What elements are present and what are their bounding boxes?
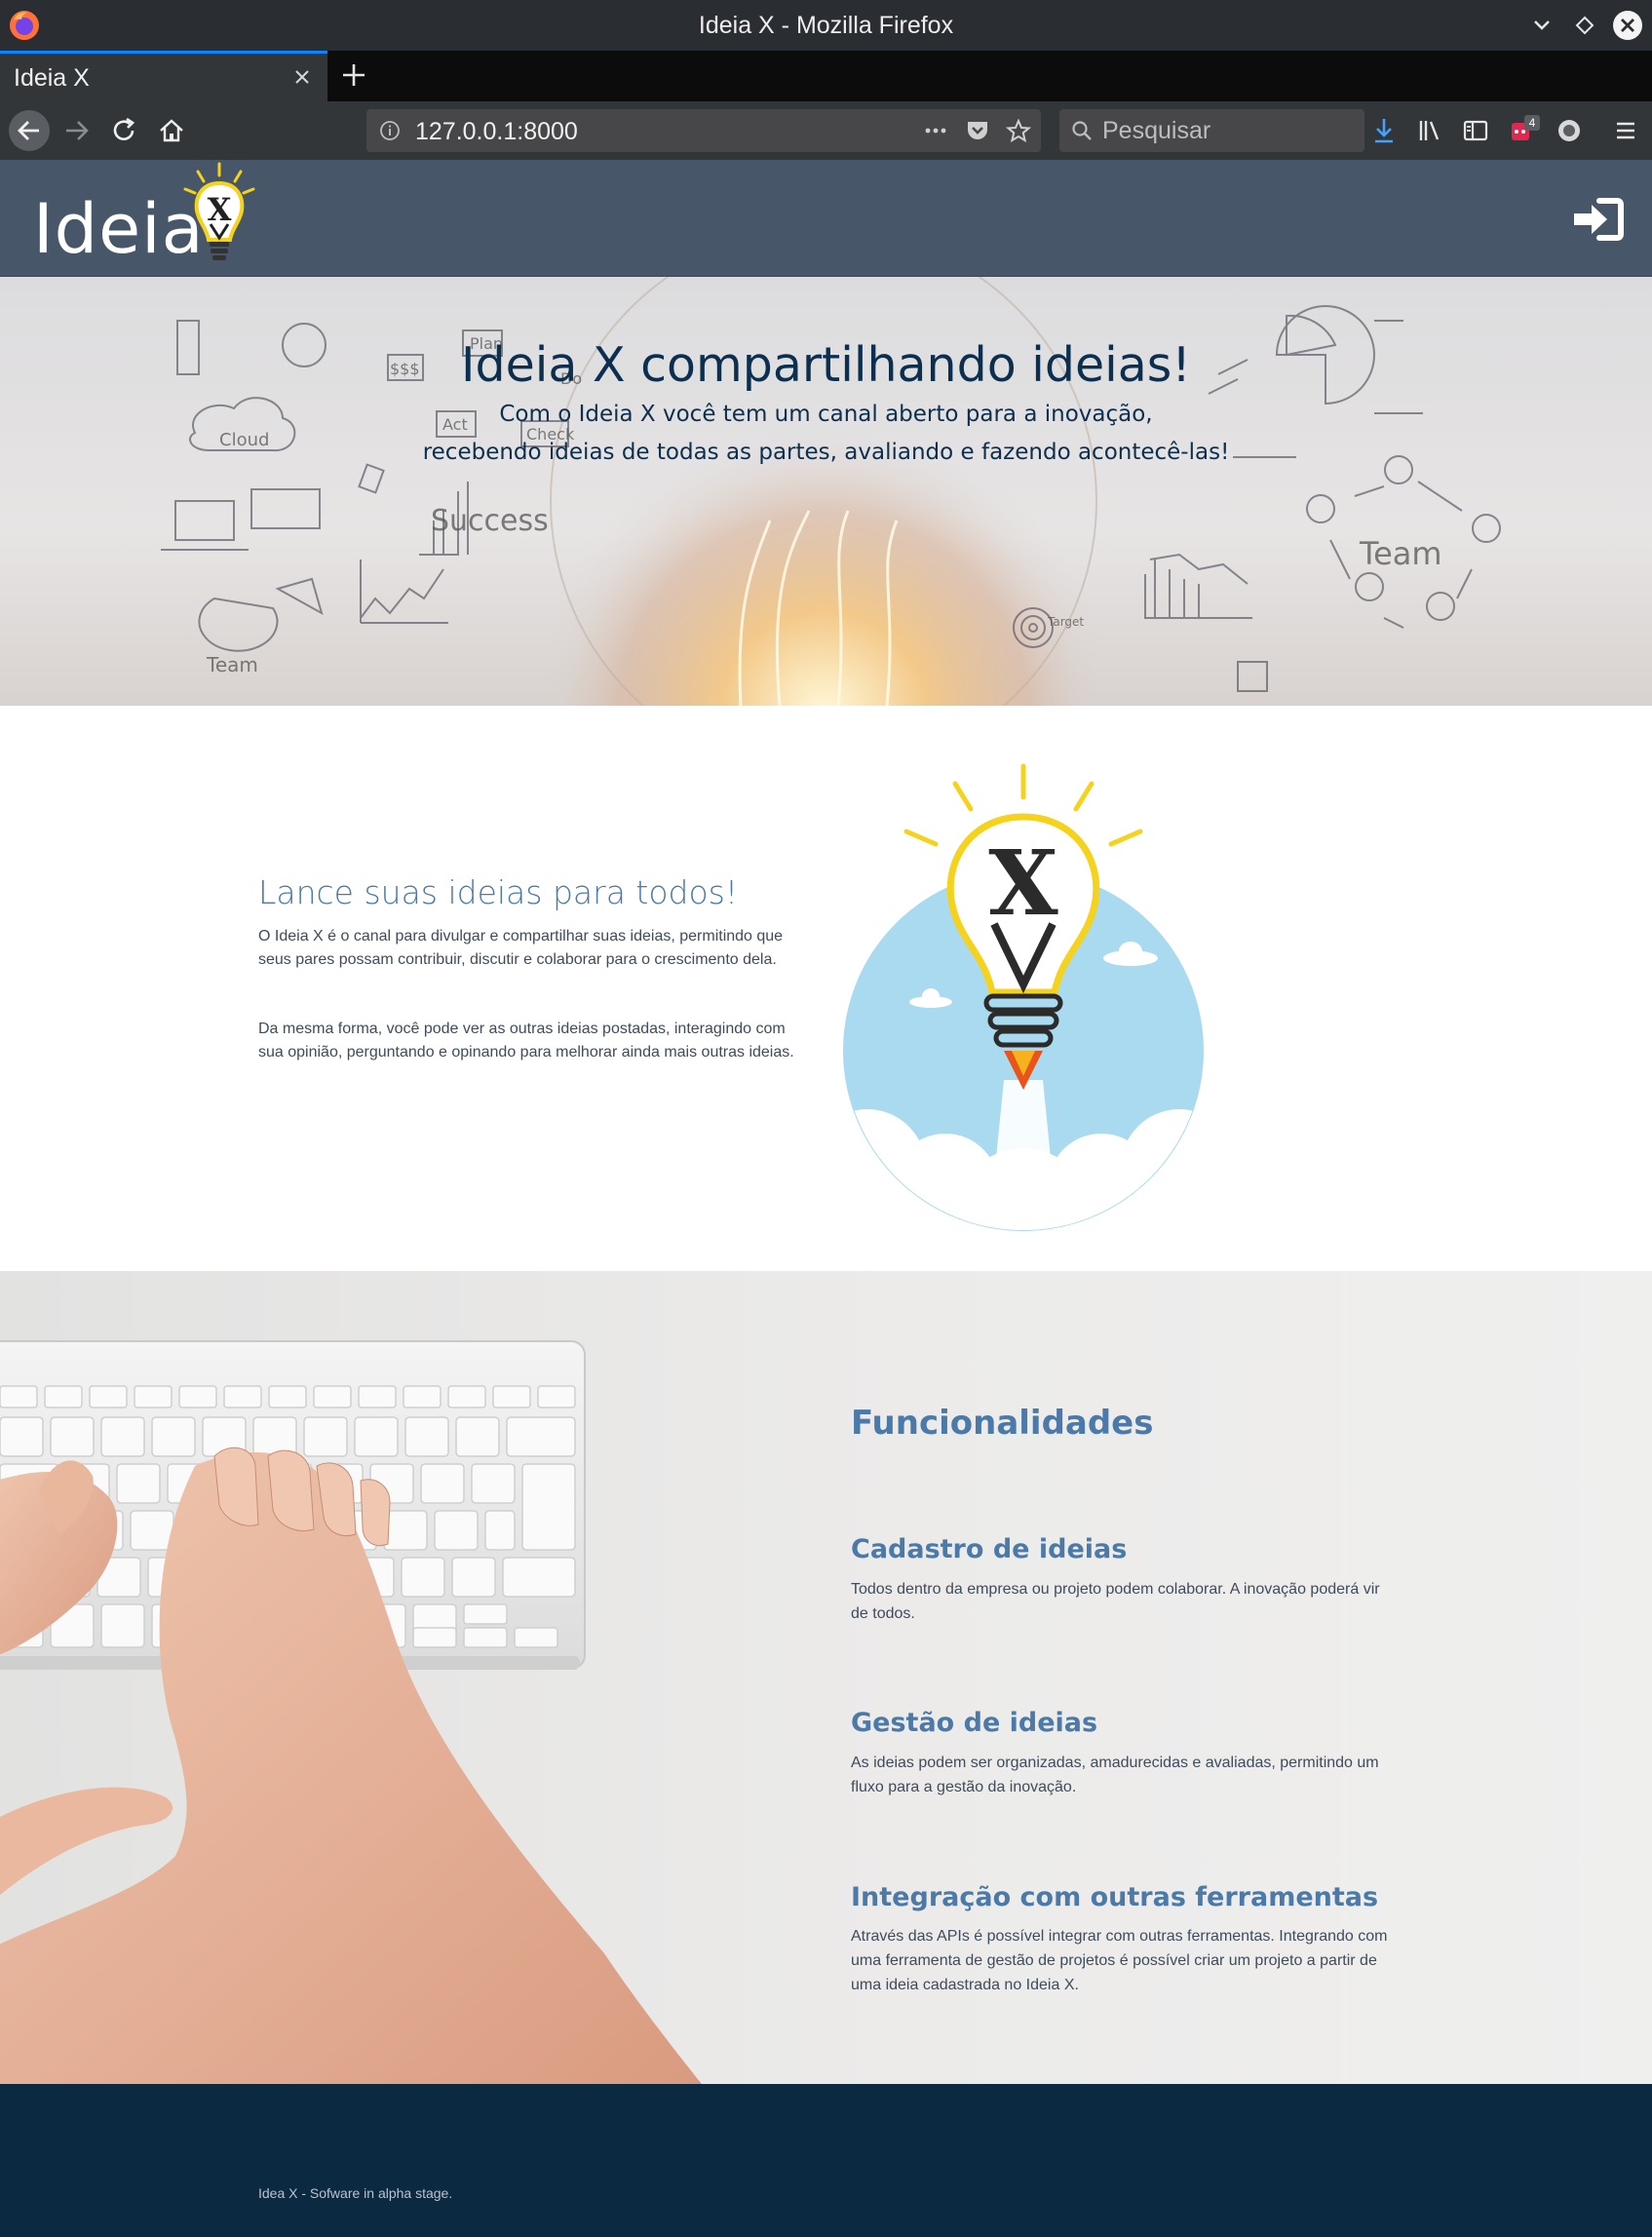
pocket-icon[interactable] <box>965 118 990 143</box>
search-input[interactable] <box>1102 113 1346 148</box>
downloads-icon[interactable] <box>1363 109 1405 152</box>
tab-ideia-x[interactable]: Ideia X <box>0 51 327 101</box>
about-section: Lance suas ideias para todos! O Ideia X … <box>0 706 1652 1271</box>
about-paragraph-2: Da mesma forma, você pode ver as outras … <box>258 1021 794 1061</box>
window-titlebar: Ideia X - Mozilla Firefox <box>0 0 1652 51</box>
about-heading: Lance suas ideias para todos! <box>258 873 739 911</box>
address-bar[interactable]: 127.0.0.1:8000 <box>366 109 1041 152</box>
logo-mark: X <box>208 191 232 228</box>
extension-button[interactable]: 4 <box>1501 109 1544 152</box>
minimize-window-icon[interactable] <box>1526 10 1557 41</box>
close-tab-icon[interactable] <box>290 65 314 89</box>
bookmark-star-icon[interactable] <box>1006 118 1031 143</box>
window-title: Ideia X - Mozilla Firefox <box>698 12 954 39</box>
login-icon[interactable] <box>1570 195 1625 244</box>
feature-text-cadastro: Todos dentro da empresa ou projeto podem… <box>851 1581 1380 1622</box>
sketch-label-team-right: Team <box>1359 535 1442 572</box>
hero-banner: Cloud Plan Do Act Check Success Team Tea… <box>0 277 1652 706</box>
search-icon <box>1072 121 1092 140</box>
extension-badge: 4 <box>1524 115 1540 131</box>
back-button-icon[interactable] <box>8 109 51 152</box>
hero-title: Ideia X compartilhando ideias! <box>461 337 1191 393</box>
hero-subtitle-line2: recebendo ideias de todas as partes, ava… <box>422 440 1230 465</box>
feature-title-gestao: Gestão de ideias <box>851 1708 1098 1738</box>
sidebar-toggle-icon[interactable] <box>1454 109 1497 152</box>
sketch-label-team-left: Team <box>206 653 258 676</box>
navigation-toolbar: 127.0.0.1:8000 4 <box>0 101 1652 160</box>
search-bar[interactable] <box>1059 109 1364 152</box>
account-circle-icon[interactable] <box>1548 109 1591 152</box>
footer-text: Idea X - Sofware in alpha stage. <box>258 2185 453 2201</box>
url-text[interactable]: 127.0.0.1:8000 <box>415 118 578 146</box>
sketch-label-target: Target <box>1047 615 1084 629</box>
keyboard-hands-photo <box>0 1340 702 2084</box>
site-info-icon[interactable] <box>378 119 402 142</box>
feature-title-cadastro: Cadastro de ideias <box>851 1534 1128 1564</box>
rocket-lightbulb-illustration: X <box>843 763 1204 1231</box>
tab-title: Ideia X <box>14 64 90 92</box>
features-section: Funcionalidades Cadastro de ideias Todos… <box>0 1271 1652 2084</box>
new-tab-plus-icon[interactable] <box>337 58 370 92</box>
page-actions-icon[interactable] <box>922 119 949 142</box>
feature-text-gestao: As ideias podem ser organizadas, amadure… <box>851 1755 1379 1795</box>
close-window-icon[interactable] <box>1612 10 1643 41</box>
site-footer: Idea X - Sofware in alpha stage. <box>0 2084 1652 2237</box>
feature-title-integracao: Integração com outras ferramentas <box>851 1882 1379 1912</box>
hero-subtitle-line1: Com o Ideia X você tem um canal aberto p… <box>499 402 1153 427</box>
forward-button-icon[interactable] <box>57 109 99 152</box>
tab-strip: Ideia X <box>0 51 1652 101</box>
maximize-window-icon[interactable] <box>1569 10 1600 41</box>
library-icon[interactable] <box>1407 109 1450 152</box>
logo-lightbulb-icon[interactable]: X <box>166 160 273 272</box>
menu-hamburger-icon[interactable] <box>1604 109 1647 152</box>
feature-text-integracao: Através das APIs é possível integrar com… <box>851 1928 1388 1993</box>
reload-icon[interactable] <box>103 109 146 152</box>
site-header: Ideia X <box>0 160 1652 277</box>
sketch-label-success: Success <box>431 504 549 538</box>
svg-text:X: X <box>988 830 1058 936</box>
home-icon[interactable] <box>150 109 193 152</box>
about-paragraph-1: O Ideia X é o canal para divulgar e comp… <box>258 928 784 968</box>
features-heading: Funcionalidades <box>851 1404 1154 1443</box>
